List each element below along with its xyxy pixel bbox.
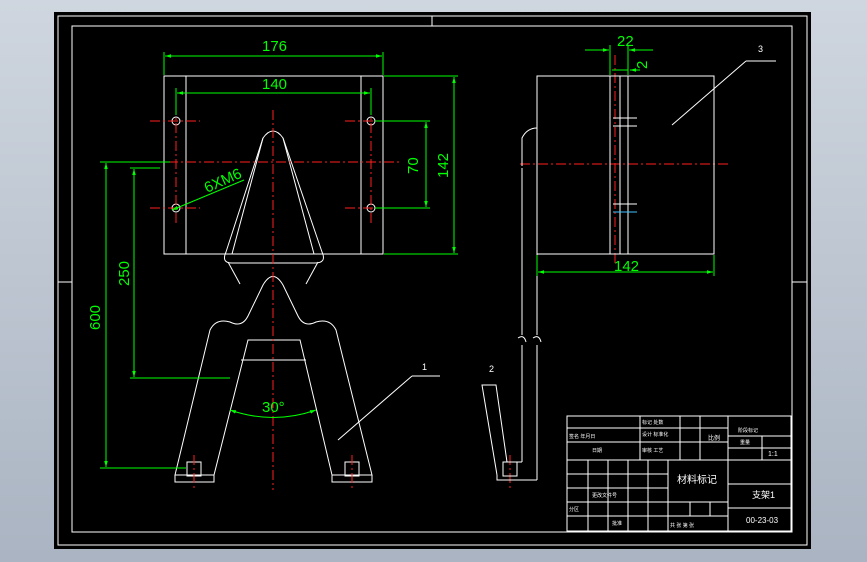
side-view-dimensions xyxy=(536,45,715,276)
sheet-border xyxy=(57,15,808,546)
tb-r1: 标记 处数 xyxy=(642,419,663,426)
balloon-3: 3 xyxy=(758,44,763,54)
dim-140: 140 xyxy=(262,76,287,93)
balloon-2: 2 xyxy=(489,364,494,374)
balloon-1: 1 xyxy=(422,362,427,372)
tb-c1: 签名 年月日 xyxy=(569,433,595,440)
dim-22: 22 xyxy=(617,33,634,50)
tb-r2: 设计 标准化 xyxy=(642,431,668,438)
dimension-texts: 176 140 70 142 6XM6 250 600 30° xyxy=(87,38,452,416)
drawing-viewport: 176 140 70 142 6XM6 250 600 30° 1 22 2 1… xyxy=(54,12,811,549)
dim-250: 250 xyxy=(116,261,133,286)
drawing-number: 00-23-03 xyxy=(746,516,779,525)
part-name: 支架1 xyxy=(752,489,775,500)
dim-142-width: 142 xyxy=(614,258,639,275)
tb-c5: 日期 xyxy=(592,448,602,454)
material-label: 材料标记 xyxy=(677,473,717,486)
dim-176: 176 xyxy=(262,38,287,55)
cad-drawing: 176 140 70 142 6XM6 250 600 30° 1 22 2 1… xyxy=(57,15,808,546)
dim-2: 2 xyxy=(634,61,651,69)
side-view xyxy=(481,75,715,481)
tb-c6: 更改文件号 xyxy=(592,492,617,499)
tb-r3: 审核 工艺 xyxy=(642,447,663,454)
dim-angle-30: 30° xyxy=(262,399,285,416)
scale-value: 1:1 xyxy=(768,451,778,458)
dim-70: 70 xyxy=(405,157,422,174)
scale-label: 比例 xyxy=(708,434,720,442)
tb-c3: 重量 xyxy=(740,439,750,446)
tb-c7: 分区 xyxy=(569,506,579,513)
dim-600: 600 xyxy=(87,305,104,330)
dim-142-height: 142 xyxy=(435,153,452,178)
tb-c2: 阶段标记 xyxy=(738,427,758,434)
dim-holes: 6XM6 xyxy=(202,165,245,196)
leader-balloon-3: 3 xyxy=(671,44,776,126)
tb-c8: 批准 xyxy=(612,520,622,527)
tb-c4: 共 张 第 张 xyxy=(670,522,694,529)
